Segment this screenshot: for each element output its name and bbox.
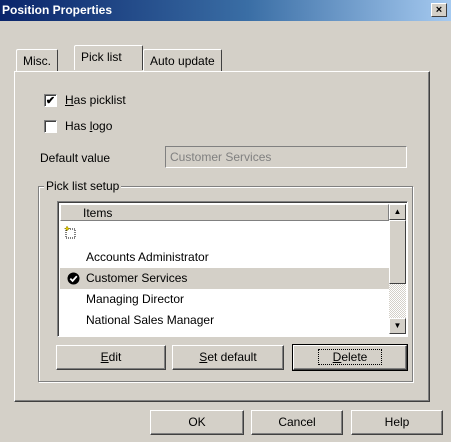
has-picklist-label: Has picklist	[65, 93, 126, 107]
picklist-listbox[interactable]: Items Accounts Administrator Customer Se…	[57, 201, 408, 337]
delete-focus-rect: Delete	[317, 349, 383, 365]
ok-button[interactable]: OK	[150, 410, 244, 435]
default-value-label: Default value	[40, 151, 111, 165]
set-default-button[interactable]: Set default	[172, 345, 284, 370]
delete-button[interactable]: Delete	[292, 344, 408, 371]
list-item[interactable]: Managing Director	[60, 289, 389, 310]
edit-button[interactable]: Edit	[56, 345, 166, 370]
has-picklist-checkbox[interactable]: ✔	[44, 94, 57, 107]
list-item[interactable]: National Sales Manager	[60, 310, 389, 331]
list-item[interactable]: Customer Services	[60, 268, 389, 289]
cancel-button[interactable]: Cancel	[251, 410, 343, 435]
vertical-scrollbar[interactable]: ▲ ▼	[389, 204, 406, 334]
help-button[interactable]: Help	[351, 410, 443, 435]
scroll-up-button[interactable]: ▲	[389, 204, 406, 220]
list-item[interactable]: Accounts Administrator	[60, 247, 389, 268]
window-title: Position Properties	[2, 3, 113, 17]
check-circle-icon	[67, 272, 81, 286]
tab-misc[interactable]: Misc.	[16, 49, 58, 71]
has-logo-checkbox[interactable]	[44, 120, 57, 133]
scroll-down-button[interactable]: ▼	[389, 318, 406, 334]
has-logo-label: Has logo	[65, 119, 113, 133]
tab-auto-update[interactable]: Auto update	[143, 49, 222, 71]
close-button[interactable]: ×	[431, 3, 447, 17]
default-value-field[interactable]: Customer Services	[165, 146, 407, 168]
picklist-group-label: Pick list setup	[44, 179, 122, 193]
new-item-sparkle-icon[interactable]	[63, 225, 78, 239]
tab-pick-list[interactable]: Pick list	[74, 45, 143, 70]
items-column-header[interactable]: Items	[60, 204, 389, 221]
scroll-thumb[interactable]	[389, 220, 406, 284]
